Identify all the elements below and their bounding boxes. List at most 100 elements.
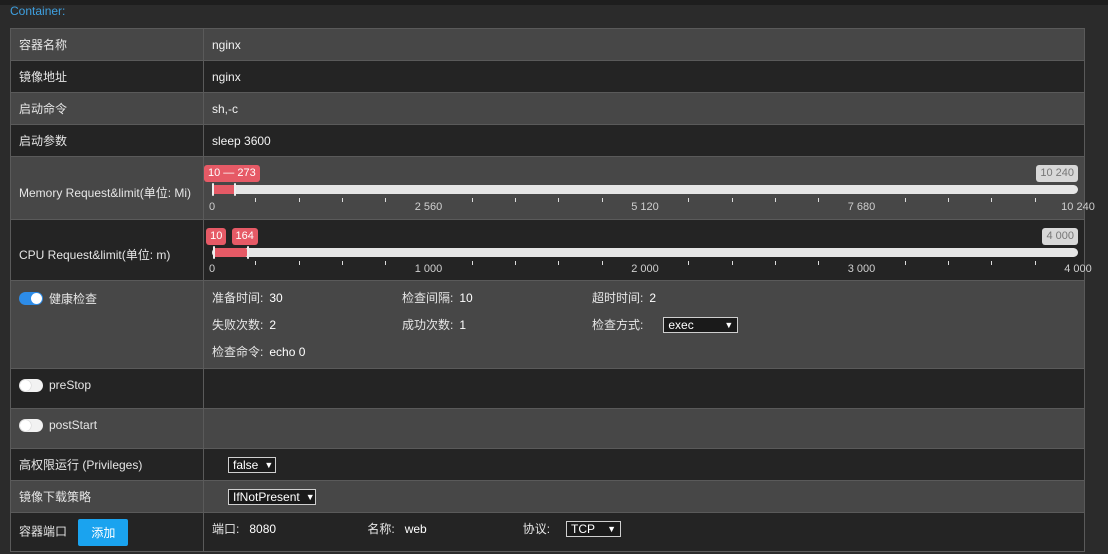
cpu-tick bbox=[818, 261, 820, 265]
pull-policy-select[interactable]: IfNotPresent ▼ bbox=[228, 488, 316, 505]
label-memory: Memory Request&limit(单位: Mi) bbox=[10, 156, 204, 220]
row-poststart: postStart bbox=[10, 408, 1085, 449]
row-ports: 容器端口 添加 端口: 8080 名称: web 协议: TCP ▼ bbox=[10, 512, 1085, 552]
cpu-tick bbox=[774, 261, 776, 265]
health-check-settings: 准备时间: 30 检查间隔: 10 超时时间: 2 失败次数: 2 成功次数: 1 检查方… bbox=[212, 289, 1076, 360]
value-command[interactable]: sh,-c bbox=[203, 92, 1085, 125]
cpu-tick bbox=[385, 261, 387, 265]
mem-tick bbox=[818, 198, 820, 202]
fail-count-label: 失败次数: bbox=[212, 318, 264, 332]
poststart-content bbox=[203, 408, 1085, 449]
health-check-label: 健康检查 bbox=[49, 292, 98, 306]
mem-tick bbox=[341, 198, 343, 202]
mem-tick bbox=[1034, 198, 1036, 202]
row-memory: Memory Request&limit(单位: Mi) 10 — 273 10… bbox=[10, 156, 1095, 220]
mem-tick-label: 7 680 bbox=[847, 201, 876, 213]
fail-count-value[interactable]: 2 bbox=[269, 318, 276, 332]
mem-tick bbox=[904, 198, 906, 202]
value-image[interactable]: nginx bbox=[203, 60, 1085, 93]
interval-value[interactable]: 10 bbox=[459, 291, 472, 305]
mem-tick bbox=[688, 198, 690, 202]
cpu-max-bubble: 4 000 bbox=[1042, 228, 1078, 245]
cpu-tick bbox=[601, 261, 603, 265]
label-container-name: 容器名称 bbox=[10, 28, 204, 61]
mem-tick bbox=[255, 198, 257, 202]
success-count-value[interactable]: 1 bbox=[459, 318, 466, 332]
poststart-label: postStart bbox=[49, 418, 98, 432]
add-port-button[interactable]: 添加 bbox=[78, 518, 129, 546]
privileged-select[interactable]: false ▼ bbox=[228, 456, 276, 473]
port-value[interactable]: 8080 bbox=[249, 522, 367, 536]
cpu-high-handle[interactable] bbox=[246, 246, 249, 259]
row-command: 启动命令 sh,-c bbox=[10, 92, 1085, 125]
prestop-toggle[interactable] bbox=[19, 378, 43, 392]
row-pull-policy: 镜像下载策略 IfNotPresent ▼ bbox=[10, 480, 1085, 513]
row-args: 启动参数 sleep 3600 bbox=[10, 124, 1085, 157]
value-container-name[interactable]: nginx bbox=[203, 28, 1085, 61]
cpu-selected-range bbox=[214, 248, 248, 257]
privileged-value: false bbox=[233, 457, 259, 472]
label-args: 启动参数 bbox=[10, 124, 204, 157]
protocol-label: 协议: bbox=[522, 522, 551, 536]
protocol-value: TCP bbox=[571, 521, 596, 536]
port-name-value[interactable]: web bbox=[405, 522, 523, 536]
section-title: Container: bbox=[10, 4, 66, 18]
ready-time-label: 准备时间: bbox=[212, 291, 264, 305]
cpu-tick bbox=[904, 261, 906, 265]
container-form: 容器名称 nginx 镜像地址 nginx 启动命令 sh,-c 启动参数 sl… bbox=[10, 28, 1095, 552]
interval-label: 检查间隔: bbox=[402, 291, 454, 305]
mem-tick bbox=[558, 198, 560, 202]
cpu-tick bbox=[558, 261, 560, 265]
cpu-tick-label: 3 000 bbox=[847, 263, 876, 275]
row-cpu: CPU Request&limit(单位: m) 10 164 4 000 01… bbox=[10, 219, 1092, 281]
privileged-label: 高权限运行 (Privileges) bbox=[10, 448, 204, 481]
label-cpu: CPU Request&limit(单位: m) bbox=[10, 219, 204, 281]
cpu-tick-label: 2 000 bbox=[631, 263, 659, 275]
label-image: 镜像地址 bbox=[10, 60, 204, 93]
cpu-low-handle[interactable] bbox=[213, 246, 216, 259]
memory-slider[interactable]: 10 — 273 10 240 0 2 560 5 120 7 680 10 240 bbox=[204, 157, 1095, 219]
memory-track[interactable] bbox=[212, 185, 1078, 194]
check-method-value: exec bbox=[668, 317, 694, 332]
health-check-toggle[interactable] bbox=[19, 292, 43, 305]
check-command-label: 检查命令: bbox=[212, 345, 264, 359]
cpu-low-bubble: 10 bbox=[206, 228, 227, 245]
mem-tick bbox=[385, 198, 387, 202]
pull-policy-value: IfNotPresent bbox=[233, 489, 300, 504]
mem-tick bbox=[515, 198, 517, 202]
mem-tick-label: 10 240 bbox=[1061, 201, 1095, 213]
protocol-select[interactable]: TCP ▼ bbox=[566, 520, 622, 537]
cpu-tick bbox=[688, 261, 690, 265]
cpu-tick bbox=[341, 261, 343, 265]
mem-tick bbox=[601, 198, 603, 202]
prestop-label: preStop bbox=[49, 378, 92, 392]
value-args[interactable]: sleep 3600 bbox=[203, 124, 1085, 157]
memory-max-bubble: 10 240 bbox=[1036, 165, 1078, 182]
timeout-label: 超时时间: bbox=[592, 291, 644, 305]
timeout-value[interactable]: 2 bbox=[649, 291, 656, 305]
chevron-down-icon: ▼ bbox=[607, 523, 617, 534]
ports-label: 容器端口 bbox=[19, 524, 68, 539]
check-method-select[interactable]: exec ▼ bbox=[663, 316, 739, 333]
cpu-tick bbox=[991, 261, 993, 265]
mem-tick-label: 0 bbox=[208, 201, 216, 213]
row-container-name: 容器名称 nginx bbox=[10, 28, 1085, 61]
cpu-track[interactable] bbox=[212, 248, 1078, 257]
poststart-toggle[interactable] bbox=[19, 418, 43, 432]
mem-tick bbox=[471, 198, 473, 202]
cpu-tick-label: 4 000 bbox=[1064, 263, 1092, 275]
memory-low-handle[interactable] bbox=[211, 183, 214, 196]
row-prestop: preStop bbox=[10, 368, 1085, 409]
success-count-label: 成功次数: bbox=[402, 318, 454, 332]
prestop-content bbox=[203, 368, 1085, 409]
cpu-tick bbox=[471, 261, 473, 265]
cpu-tick bbox=[255, 261, 257, 265]
label-command: 启动命令 bbox=[10, 92, 204, 125]
port-label: 端口: bbox=[212, 522, 240, 536]
ready-time-value[interactable]: 30 bbox=[269, 291, 282, 305]
check-command-value[interactable]: echo 0 bbox=[269, 345, 305, 359]
memory-high-handle[interactable] bbox=[234, 183, 237, 196]
cpu-slider[interactable]: 10 164 4 000 0 1 000 2 000 3 000 4 000 bbox=[204, 220, 1092, 280]
cpu-tick bbox=[731, 261, 733, 265]
port-entry: 端口: 8080 名称: web 协议: TCP ▼ bbox=[212, 520, 1076, 537]
